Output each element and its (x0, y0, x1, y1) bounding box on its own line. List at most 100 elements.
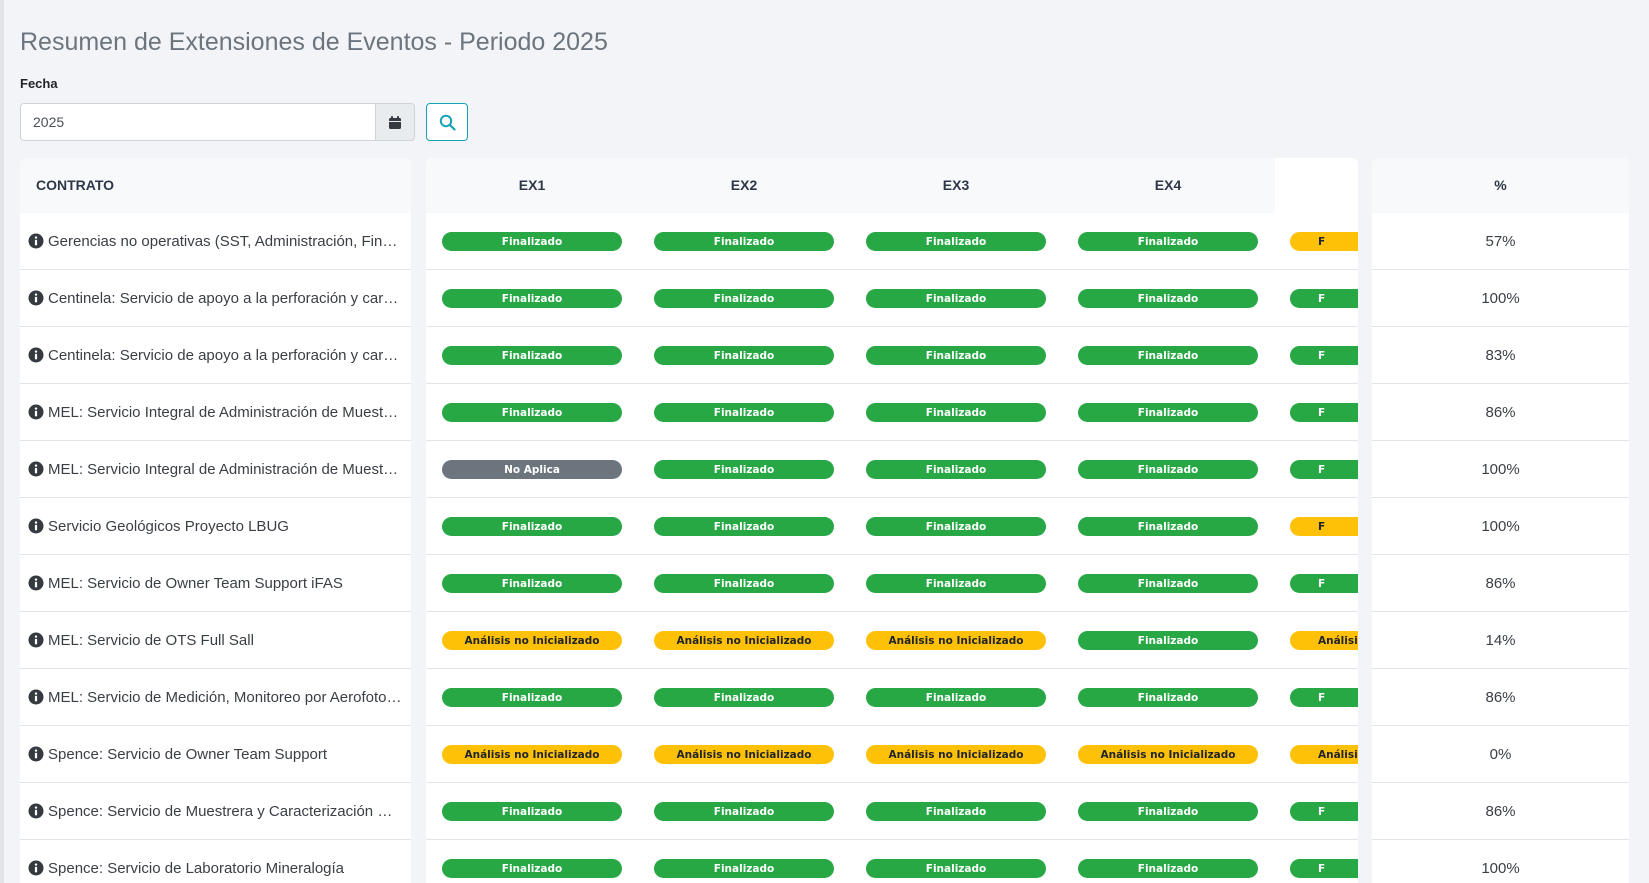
status-badge-ex4: Finalizado (1078, 460, 1258, 479)
table-row: Finalizado Finalizado Finalizado Finalizado… (426, 669, 1358, 726)
percentage-value: 14% (1485, 631, 1516, 649)
status-badge-ex3: Finalizado (866, 346, 1046, 365)
status-badge-ex1: Finalizado (442, 403, 622, 422)
contract-cell: Centinela: Servicio de apoyo a la perfor… (20, 270, 411, 326)
table-row: Servicio Geológicos Proyecto LBUG (20, 498, 411, 555)
percentage-panel: % 57% 100% 83% 86% 100% 100% 86% 14% 86% 0% 86% 100… (1372, 158, 1629, 883)
status-badge-ex1: Análisis no Inicializado (442, 745, 622, 764)
status-badge-ex1: Finalizado (442, 574, 622, 593)
search-icon (439, 114, 456, 131)
table-row: 83% (1372, 327, 1629, 384)
status-badge-ex3: Finalizado (866, 574, 1046, 593)
table-row: Finalizado Finalizado Finalizado Finalizado… (426, 327, 1358, 384)
contract-name: Servicio Geológicos Proyecto LBUG (48, 517, 289, 535)
status-badge-ex5: F (1290, 688, 1358, 707)
table-row: 86% (1372, 669, 1629, 726)
status-badge-ex1: Finalizado (442, 517, 622, 536)
percentage-value: 100% (1481, 859, 1520, 877)
status-badge-ex3: Finalizado (866, 802, 1046, 821)
contract-cell: MEL: Servicio de Medición, Monitoreo por… (20, 669, 411, 725)
table-row: 100% (1372, 270, 1629, 327)
status-badge-ex3: Finalizado (866, 232, 1046, 251)
contract-cell: Servicio Geológicos Proyecto LBUG (20, 498, 411, 554)
column-header-ex4: EX4 (1154, 177, 1182, 193)
status-badge-ex3: Finalizado (866, 403, 1046, 422)
column-header-contrato: CONTRATO (36, 177, 115, 193)
info-icon[interactable] (28, 518, 44, 534)
status-badge-ex4: Finalizado (1078, 574, 1258, 593)
status-badge-ex4: Finalizado (1078, 232, 1258, 251)
table-row: MEL: Servicio de OTS Full Sall (20, 612, 411, 669)
column-header-ex2: EX2 (730, 177, 758, 193)
table-row: Finalizado Finalizado Finalizado Finalizado… (426, 270, 1358, 327)
table-row: Spence: Servicio de Laboratorio Mineralo… (20, 840, 411, 883)
percentage-value: 100% (1481, 460, 1520, 478)
status-badge-ex2: Finalizado (654, 232, 834, 251)
contract-cell: MEL: Servicio Integral de Administración… (20, 384, 411, 440)
percentage-value: 100% (1481, 517, 1520, 535)
contract-cell: Spence: Servicio de Muestrera y Caracter… (20, 783, 411, 839)
info-icon[interactable] (28, 632, 44, 648)
status-badge-ex4: Finalizado (1078, 688, 1258, 707)
table-row: Finalizado Finalizado Finalizado Finalizado… (426, 213, 1358, 270)
percentage-value: 86% (1485, 688, 1516, 706)
table-row: Centinela: Servicio de apoyo a la perfor… (20, 327, 411, 384)
status-badge-ex5: F (1290, 403, 1358, 422)
status-badge-ex5: F (1290, 802, 1358, 821)
table-row: MEL: Servicio de Medición, Monitoreo por… (20, 669, 411, 726)
status-badge-ex5: Análisis (1290, 631, 1358, 650)
table-row: No Aplica Finalizado Finalizado Finalizado F (426, 441, 1358, 498)
status-badge-ex3: Finalizado (866, 460, 1046, 479)
percentage-value: 86% (1485, 802, 1516, 820)
info-icon[interactable] (28, 575, 44, 591)
page-title: Resumen de Extensiones de Eventos - Peri… (20, 28, 608, 56)
search-button[interactable] (426, 103, 468, 141)
contract-cell: MEL: Servicio de Owner Team Support iFAS (20, 555, 411, 611)
status-badge-ex2: Finalizado (654, 859, 834, 878)
status-badge-ex4: Finalizado (1078, 403, 1258, 422)
table-row: Centinela: Servicio de apoyo a la perfor… (20, 270, 411, 327)
info-icon[interactable] (28, 233, 44, 249)
status-badge-ex1: Finalizado (442, 289, 622, 308)
info-icon[interactable] (28, 746, 44, 762)
table-row: 0% (1372, 726, 1629, 783)
status-badge-ex5: F (1290, 289, 1358, 308)
info-icon[interactable] (28, 347, 44, 363)
info-icon[interactable] (28, 461, 44, 477)
fecha-input[interactable] (20, 103, 376, 141)
table-row: 86% (1372, 783, 1629, 840)
info-icon[interactable] (28, 860, 44, 876)
table-row: Análisis no Inicializado Análisis no Inic… (426, 612, 1358, 669)
info-icon[interactable] (28, 803, 44, 819)
contract-name: Centinela: Servicio de apoyo a la perfor… (48, 346, 403, 364)
status-badge-ex5: F (1290, 574, 1358, 593)
info-icon[interactable] (28, 689, 44, 705)
status-badge-ex4: Finalizado (1078, 346, 1258, 365)
contract-cell: MEL: Servicio de OTS Full Sall (20, 612, 411, 668)
contract-cell: Spence: Servicio de Owner Team Support (20, 726, 411, 782)
table-row: MEL: Servicio Integral de Administración… (20, 384, 411, 441)
contract-name: Spence: Servicio de Muestrera y Caracter… (48, 802, 403, 820)
status-badge-ex5: F (1290, 346, 1358, 365)
status-badge-ex1: Finalizado (442, 688, 622, 707)
contracts-header: CONTRATO (20, 158, 411, 213)
info-icon[interactable] (28, 290, 44, 306)
status-badge-ex3: Finalizado (866, 688, 1046, 707)
contract-name: MEL: Servicio de OTS Full Sall (48, 631, 254, 649)
status-badge-ex1: Finalizado (442, 346, 622, 365)
percentage-value: 83% (1485, 346, 1516, 364)
status-badge-ex1: Finalizado (442, 232, 622, 251)
contract-cell: Centinela: Servicio de apoyo a la perfor… (20, 327, 411, 383)
contract-name: Spence: Servicio de Laboratorio Mineralo… (48, 859, 345, 877)
contracts-panel: CONTRATO Gerencias no operativas (SST, A… (20, 158, 411, 883)
status-badge-ex2: Finalizado (654, 802, 834, 821)
info-icon[interactable] (28, 404, 44, 420)
table-row: Finalizado Finalizado Finalizado Finalizado… (426, 498, 1358, 555)
status-badge-ex1: No Aplica (442, 460, 622, 479)
status-badge-ex2: Finalizado (654, 289, 834, 308)
status-badge-ex4: Finalizado (1078, 631, 1258, 650)
status-badge-ex4: Finalizado (1078, 802, 1258, 821)
contract-name: MEL: Servicio de Medición, Monitoreo por… (48, 688, 402, 706)
calendar-button[interactable] (375, 103, 415, 141)
status-badge-ex2: Finalizado (654, 517, 834, 536)
